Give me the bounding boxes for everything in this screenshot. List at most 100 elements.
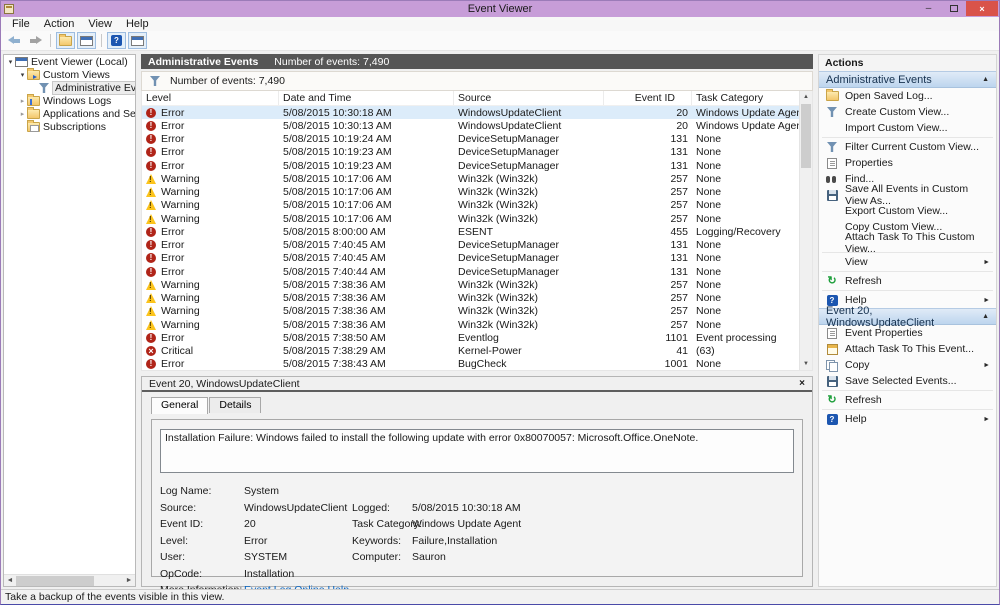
tree-item-event-viewer-local-[interactable]: ▾Event Viewer (Local) — [4, 56, 135, 68]
event-row[interactable]: Warning5/08/2015 7:38:36 AMWin32k (Win32… — [142, 305, 799, 318]
column-header-taskcat[interactable]: Task Category — [692, 91, 799, 105]
tree-item-applications-and-services-logs[interactable]: ▸Applications and Services Logs — [4, 108, 135, 120]
tree-item-windows-logs[interactable]: ▸Windows Logs — [4, 95, 135, 107]
event-row[interactable]: Error5/08/2015 10:30:13 AMWindowsUpdateC… — [142, 119, 799, 132]
event-row[interactable]: Error5/08/2015 8:00:00 AMESENT455Logging… — [142, 225, 799, 238]
actions-section-header[interactable]: Event 20, WindowsUpdateClient▲ — [819, 308, 996, 325]
tree-horizontal-scrollbar[interactable]: ◄ ► — [4, 574, 135, 586]
column-header-eventid[interactable]: Event ID — [604, 91, 692, 105]
menubar: FileActionViewHelp — [1, 17, 999, 31]
event-row[interactable]: Warning5/08/2015 7:38:36 AMWin32k (Win32… — [142, 318, 799, 331]
event-row[interactable]: Critical5/08/2015 7:38:29 AMKernel-Power… — [142, 345, 799, 358]
action-separator — [822, 409, 993, 410]
menu-help[interactable]: Help — [119, 18, 156, 30]
event-id-cell: 1001 — [604, 358, 692, 370]
tree-item-custom-views[interactable]: ▾Custom Views — [4, 69, 135, 81]
console-window-button[interactable] — [128, 32, 147, 49]
event-row[interactable]: Error5/08/2015 7:38:50 AMEventlog1101Eve… — [142, 331, 799, 344]
event-source-cell: Eventlog — [454, 332, 604, 344]
funnel-icon — [827, 142, 837, 152]
minimize-button[interactable]: – — [916, 1, 941, 16]
event-row[interactable]: Error5/08/2015 10:30:18 AMWindowsUpdateC… — [142, 106, 799, 119]
event-row[interactable]: Error5/08/2015 7:38:43 AMBugCheck1001Non… — [142, 358, 799, 370]
forward-arrow-button[interactable] — [26, 32, 45, 49]
event-source-cell: ESENT — [454, 226, 604, 238]
action-import-custom-view[interactable]: Import Custom View... — [819, 120, 996, 136]
event-level-cell: Critical — [142, 345, 279, 357]
event-datetime-cell: 5/08/2015 7:40:44 AM — [279, 266, 454, 278]
tree-item-subscriptions[interactable]: Subscriptions — [4, 121, 135, 133]
event-row[interactable]: Error5/08/2015 7:40:45 AMDeviceSetupMana… — [142, 252, 799, 265]
scrollbar-thumb[interactable] — [801, 104, 811, 168]
help-button[interactable] — [107, 32, 126, 49]
action-copy[interactable]: Copy► — [819, 357, 996, 373]
action-view[interactable]: View► — [819, 254, 996, 270]
menu-file[interactable]: File — [5, 18, 37, 30]
action-save-selected-events[interactable]: Save Selected Events... — [819, 373, 996, 389]
event-row[interactable]: Error5/08/2015 10:19:23 AMDeviceSetupMan… — [142, 146, 799, 159]
scroll-down-arrow-icon[interactable]: ▼ — [800, 358, 812, 370]
event-id-cell: 257 — [604, 319, 692, 331]
close-button[interactable]: × — [966, 1, 998, 16]
menu-action[interactable]: Action — [37, 18, 82, 30]
field-value — [412, 568, 794, 580]
column-header-source[interactable]: Source — [454, 91, 604, 105]
tab-details[interactable]: Details — [209, 397, 261, 413]
scroll-right-arrow-icon[interactable]: ► — [123, 577, 135, 584]
open-folder-button[interactable] — [56, 32, 75, 49]
events-panel-header: Administrative Events Number of events: … — [141, 54, 813, 69]
events-vertical-scrollbar[interactable]: ▲ ▼ — [799, 91, 812, 370]
event-row[interactable]: Error5/08/2015 10:19:23 AMDeviceSetupMan… — [142, 159, 799, 172]
action-attach-task-to-this-custom-view[interactable]: Attach Task To This Custom View... — [819, 235, 996, 251]
scrollbar-thumb[interactable] — [16, 576, 94, 586]
action-refresh[interactable]: Refresh — [819, 273, 996, 289]
back-arrow-button[interactable] — [5, 32, 24, 49]
tree-item-administrative-events[interactable]: Administrative Events — [4, 82, 135, 94]
filter-bar[interactable]: Number of events: 7,490 — [141, 71, 813, 91]
event-row[interactable]: Error5/08/2015 10:19:24 AMDeviceSetupMan… — [142, 133, 799, 146]
event-row[interactable]: Warning5/08/2015 10:17:06 AMWin32k (Win3… — [142, 172, 799, 185]
tree-expand-arrow-icon[interactable]: ▸ — [18, 97, 27, 105]
maximize-icon — [950, 5, 958, 12]
console-window-button[interactable] — [77, 32, 96, 49]
actions-section-title: Administrative Events — [826, 74, 932, 86]
actions-section-header[interactable]: Administrative Events ▲ — [819, 71, 996, 88]
event-row[interactable]: Warning5/08/2015 7:38:36 AMWin32k (Win32… — [142, 278, 799, 291]
event-row[interactable]: Warning5/08/2015 7:38:36 AMWin32k (Win32… — [142, 292, 799, 305]
collapse-arrow-icon[interactable]: ▲ — [982, 313, 989, 320]
maximize-button[interactable] — [941, 1, 966, 16]
action-filter-current-custom-view[interactable]: Filter Current Custom View... — [819, 139, 996, 155]
column-header-level[interactable]: Level — [142, 91, 279, 105]
action-properties[interactable]: Properties — [819, 155, 996, 171]
field-label: Level: — [160, 535, 244, 547]
menu-view[interactable]: View — [81, 18, 119, 30]
refresh-icon — [827, 395, 836, 406]
action-create-custom-view[interactable]: Create Custom View... — [819, 104, 996, 120]
titlebar[interactable]: Event Viewer – × — [1, 1, 999, 17]
event-level-cell: Error — [142, 239, 279, 251]
tree-expand-arrow-icon[interactable]: ▾ — [18, 71, 27, 79]
tab-general[interactable]: General — [151, 397, 208, 414]
tree-item-label: Administrative Events — [52, 81, 136, 95]
action-refresh[interactable]: Refresh — [819, 392, 996, 408]
event-row[interactable]: Error5/08/2015 7:40:44 AMDeviceSetupMana… — [142, 265, 799, 278]
event-source-cell: Win32k (Win32k) — [454, 279, 604, 291]
detail-close-button[interactable]: × — [799, 378, 805, 389]
event-row[interactable]: Warning5/08/2015 10:17:06 AMWin32k (Win3… — [142, 212, 799, 225]
action-save-all-events-in-custom-view-as[interactable]: Save All Events in Custom View As... — [819, 187, 996, 203]
action-attach-task-to-this-event[interactable]: Attach Task To This Event... — [819, 341, 996, 357]
event-row[interactable]: Error5/08/2015 7:40:45 AMDeviceSetupMana… — [142, 239, 799, 252]
tree-expand-arrow-icon[interactable]: ▾ — [6, 58, 15, 66]
event-row[interactable]: Warning5/08/2015 10:17:06 AMWin32k (Win3… — [142, 199, 799, 212]
scroll-left-arrow-icon[interactable]: ◄ — [4, 577, 16, 584]
warning-icon — [146, 214, 156, 224]
actions-panel-title: Actions — [819, 55, 996, 71]
scroll-up-arrow-icon[interactable]: ▲ — [800, 91, 812, 103]
action-open-saved-log[interactable]: Open Saved Log... — [819, 88, 996, 104]
action-label: Help — [845, 413, 867, 425]
tree-expand-arrow-icon[interactable]: ▸ — [18, 110, 27, 118]
action-help[interactable]: Help► — [819, 411, 996, 427]
event-row[interactable]: Warning5/08/2015 10:17:06 AMWin32k (Win3… — [142, 186, 799, 199]
collapse-arrow-icon[interactable]: ▲ — [982, 76, 989, 83]
column-header-datetime[interactable]: Date and Time — [279, 91, 454, 105]
